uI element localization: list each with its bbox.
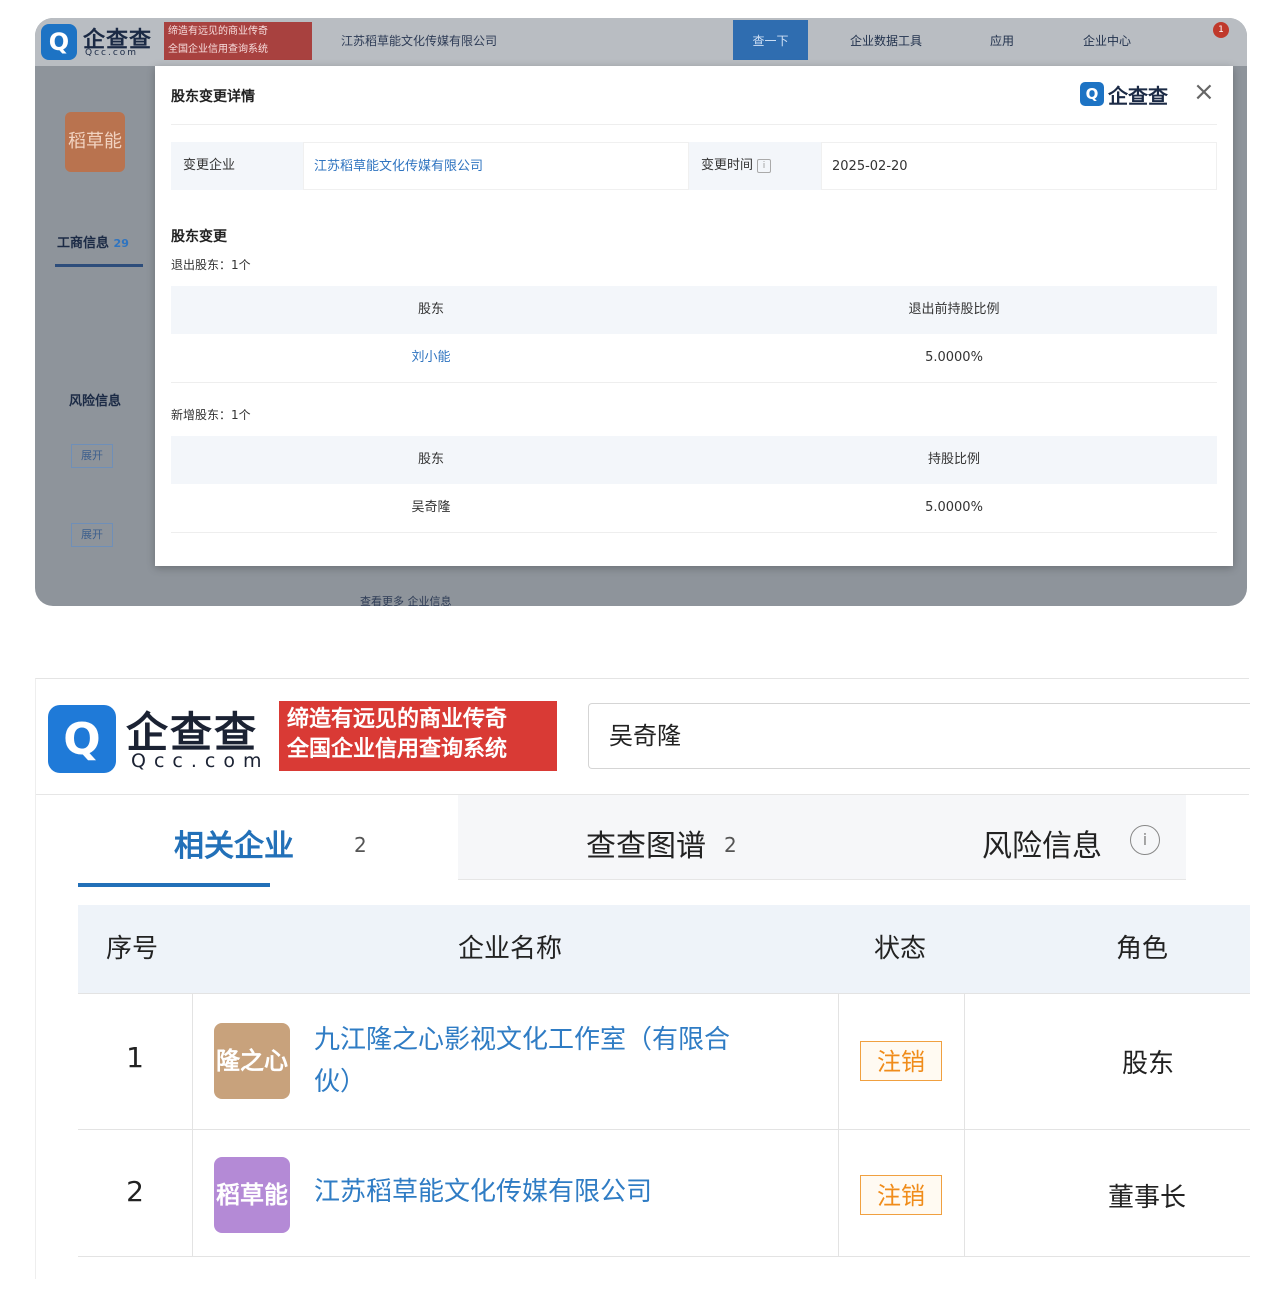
column-header-seq: 序号 xyxy=(106,934,159,964)
search-button[interactable]: 查一下 xyxy=(733,20,808,60)
slogan-banner: 缔造有远见的商业传奇 全国企业信用查询系统 xyxy=(164,22,312,60)
bottom-screenshot: Q 企查查 Qcc.com 缔造有远见的商业传奇 全国企业信用查询系统 吴奇隆 … xyxy=(35,678,1250,1279)
column-header-role: 角色 xyxy=(1116,934,1169,964)
slogan-line1: 缔造有远见的商业传奇 xyxy=(287,707,508,732)
active-tab-underline xyxy=(78,883,270,887)
status-badge: 注销 xyxy=(860,1041,942,1081)
expand-button[interactable]: 展开 xyxy=(71,444,113,468)
tab-count: 29 xyxy=(113,237,129,250)
shareholder-change-modal: 股东变更详情 Q 企查查 × 变更企业 江苏稻草能文化传媒有限公司 变更时间 i … xyxy=(155,66,1233,566)
tab-label: 风险信息 xyxy=(982,829,1102,864)
nav-apps[interactable]: 应用 xyxy=(990,32,1014,49)
top-screenshot: Q 企查查 Qcc.com 缔造有远见的商业传奇 全国企业信用查询系统 江苏稻草… xyxy=(35,18,1247,606)
shareholder-link[interactable]: 刘小能 xyxy=(171,334,691,382)
logo-sub: Qcc.com xyxy=(131,750,270,772)
divider xyxy=(838,993,839,1257)
row-seq: 1 xyxy=(126,1041,144,1074)
status-badge: 注销 xyxy=(860,1175,942,1215)
qcc-logo-icon: Q xyxy=(1080,82,1104,106)
role-text: 董事长 xyxy=(1107,1183,1186,1213)
qcc-logo-icon[interactable]: Q xyxy=(48,705,116,773)
column-header: 持股比例 xyxy=(927,452,980,467)
tab-count: 2 xyxy=(354,833,367,857)
column-header-status: 状态 xyxy=(874,934,927,964)
tab-label: 工商信息 xyxy=(57,236,110,251)
role-text: 股东 xyxy=(1121,1049,1174,1079)
expand-button[interactable]: 展开 xyxy=(71,523,113,547)
close-icon[interactable]: × xyxy=(1193,78,1215,106)
shareholder-name: 吴奇隆 xyxy=(411,500,451,515)
tab-label: 相关企业 xyxy=(174,829,294,864)
info-icon[interactable]: i xyxy=(757,158,772,173)
slogan-line1: 缔造有远见的商业传奇 xyxy=(168,26,268,37)
company-link[interactable]: 江苏稻草能文化传媒有限公司 xyxy=(303,142,689,190)
notification-badge[interactable]: 1 xyxy=(1213,22,1229,38)
search-input[interactable]: 吴奇隆 xyxy=(588,703,1250,769)
column-header: 股东 xyxy=(417,452,444,467)
table-header-bg xyxy=(78,905,1250,993)
nav-data-tools[interactable]: 企业数据工具 xyxy=(850,32,922,49)
company-logo[interactable]: 稻草能 xyxy=(214,1157,290,1233)
company-avatar: 稻草能 xyxy=(65,112,125,172)
tab-risk-info[interactable]: 风险信息 i xyxy=(822,795,1186,879)
section-title: 股东变更 xyxy=(171,229,227,245)
column-header-name: 企业名称 xyxy=(458,934,563,964)
modal-logo-text: 企查查 xyxy=(1108,84,1168,108)
row-seq: 2 xyxy=(126,1175,144,1208)
exit-count: 退出股东：1个 xyxy=(171,258,251,272)
new-count: 新增股东：1个 xyxy=(171,408,251,422)
tab-label: 查查图谱 xyxy=(586,829,706,864)
divider xyxy=(78,993,1250,994)
side-title: 风险信息 xyxy=(69,394,122,409)
divider xyxy=(192,993,193,1257)
share-ratio: 5.0000% xyxy=(925,500,983,515)
nav-enterprise-center[interactable]: 企业中心 xyxy=(1083,32,1131,49)
company-name-line1: 江苏稻草能文化传媒有限公司 xyxy=(314,1177,653,1207)
company-name-link[interactable]: 江苏稻草能文化传媒有限公司 xyxy=(314,1171,652,1213)
label-date-text: 变更时间 xyxy=(701,158,754,173)
tab-related-companies[interactable]: 相关企业 2 xyxy=(76,795,458,885)
label-company: 变更企业 xyxy=(171,142,303,190)
company-logo[interactable]: 隆之心 xyxy=(214,1023,290,1099)
tab-business-info[interactable]: 工商信息 29 xyxy=(57,232,129,251)
label-date: 变更时间 i xyxy=(689,142,821,190)
divider xyxy=(78,1256,1250,1257)
divider xyxy=(78,1129,1250,1130)
tab-count: 2 xyxy=(724,833,737,857)
share-ratio: 5.0000% xyxy=(925,350,983,365)
logo-sub: Qcc.com xyxy=(85,48,139,58)
more-link[interactable]: 查看更多 企业信息 xyxy=(360,593,452,606)
divider xyxy=(171,382,1217,383)
change-date: 2025-02-20 xyxy=(821,142,1217,190)
tab-graph[interactable]: 查查图谱 2 xyxy=(458,795,822,879)
search-input[interactable]: 江苏稻草能文化传媒有限公司 xyxy=(341,28,761,54)
divider xyxy=(171,124,1217,125)
info-icon[interactable]: i xyxy=(1130,825,1160,855)
slogan-line2: 全国企业信用查询系统 xyxy=(168,44,268,55)
divider xyxy=(171,532,1217,533)
modal-title: 股东变更详情 xyxy=(171,89,255,105)
column-header: 股东 xyxy=(417,302,444,317)
tab-underline xyxy=(55,264,143,267)
qcc-logo-icon[interactable]: Q xyxy=(41,24,77,60)
divider xyxy=(964,993,965,1257)
company-name-line1: 九江隆之心影视文化工作室（有限合 xyxy=(314,1025,731,1055)
slogan-banner: 缔造有远见的商业传奇 全国企业信用查询系统 xyxy=(279,701,557,771)
slogan-line2: 全国企业信用查询系统 xyxy=(287,737,508,762)
company-name-link[interactable]: 九江隆之心影视文化工作室（有限合 伙） xyxy=(314,1019,730,1103)
company-name-line2: 伙） xyxy=(314,1067,367,1097)
column-header: 退出前持股比例 xyxy=(908,302,1000,317)
